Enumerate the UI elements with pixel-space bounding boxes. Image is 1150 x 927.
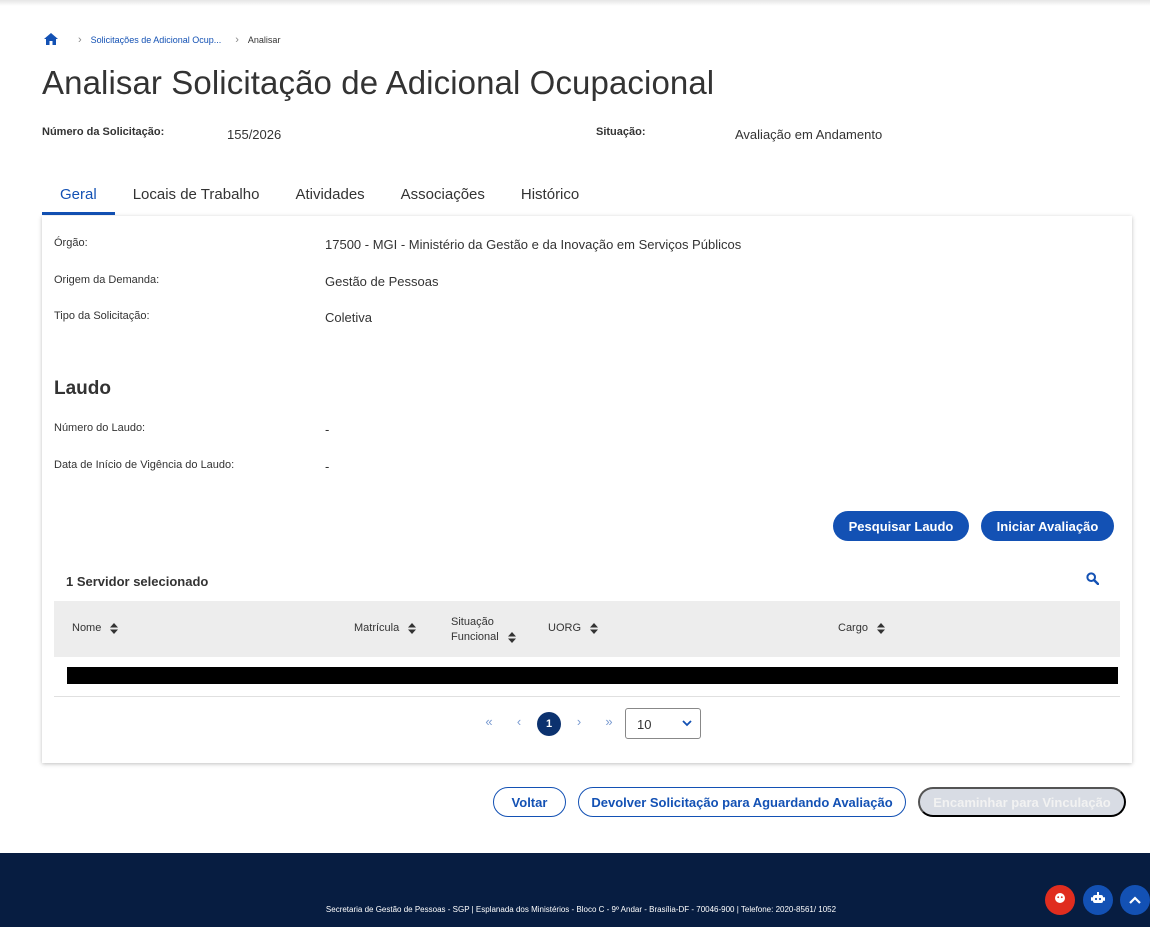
situacao-label: Situação: [596,126,646,138]
top-shadow [0,0,1150,6]
column-header-matricula-label: Matrícula [354,622,400,634]
chevron-up-icon [1129,891,1141,909]
chevron-down-icon [682,715,692,727]
home-icon[interactable] [44,33,58,47]
encaminhar-vinculacao-button: Encaminhar para Vinculação [918,787,1126,817]
page-title: Analisar Solicitação de Adicional Ocupac… [42,64,715,101]
tipo-solicitacao-value: Coletiva [325,310,372,325]
data-vigencia-laudo-label: Data de Início de Vigência do Laudo: [54,459,235,471]
sort-icon [110,622,119,634]
breadcrumb: › Solicitações de Adicional Ocup... › An… [44,31,280,49]
breadcrumb-current: Analisar [247,35,281,45]
column-header-situacao-funcional[interactable]: Situação Funcional [451,615,516,645]
last-page-button[interactable]: » [601,713,617,729]
column-header-cargo-label: Cargo [838,622,868,634]
origem-demanda-value: Gestão de Pessoas [325,274,439,289]
breadcrumb-link-solicitacoes[interactable]: Solicitações de Adicional Ocup... [91,35,222,45]
sort-icon [408,622,417,634]
chat-face-icon [1053,891,1067,910]
footer-address: Secretaria de Gestão de Pessoas - SGP | … [325,905,837,914]
pesquisar-laudo-button[interactable]: Pesquisar Laudo [833,511,969,541]
geral-panel: Órgão: 17500 - MGI - Ministério da Gestã… [42,216,1132,763]
previous-page-button[interactable]: ‹ [511,713,527,729]
tab-associacoes[interactable]: Associações [383,178,503,215]
search-icon[interactable] [1086,572,1100,586]
sort-icon [590,622,598,634]
numero-laudo-value: - [325,422,330,437]
first-page-button[interactable]: « [481,713,497,729]
column-header-matricula[interactable]: Matrícula [354,622,417,634]
tab-geral[interactable]: Geral [42,178,115,215]
iniciar-avaliacao-button[interactable]: Iniciar Avaliação [981,511,1114,541]
page-size-select[interactable]: 10 [625,708,701,739]
data-vigencia-laudo-value: - [325,459,330,474]
column-header-uorg[interactable]: UORG [548,622,598,634]
orgao-label: Órgão: [54,237,88,249]
tab-atividades[interactable]: Atividades [277,178,382,215]
column-header-cargo[interactable]: Cargo [838,622,885,634]
column-header-situacao-line1: Situação [451,616,494,628]
tab-historico[interactable]: Histórico [503,178,597,215]
situacao-value: Avaliação em Andamento [735,127,883,142]
tab-locais-de-trabalho[interactable]: Locais de Trabalho [115,178,278,215]
chevron-right-icon: › [78,34,82,46]
footer: Secretaria de Gestão de Pessoas - SGP | … [0,853,1150,927]
sort-icon [876,622,885,634]
scroll-to-top-button[interactable] [1120,885,1150,915]
numero-solicitacao-value: 155/2026 [227,127,282,142]
devolver-solicitacao-button[interactable]: Devolver Solicitação para Aguardando Ava… [578,787,906,817]
column-header-nome[interactable]: Nome [72,622,119,634]
origem-demanda-label: Origem da Demanda: [54,274,160,286]
robot-icon [1090,891,1106,910]
table-divider [54,696,1120,697]
column-header-situacao-line2: Funcional [451,631,499,643]
table-caption: 1 Servidor selecionado [66,574,209,589]
tab-bar: Geral Locais de Trabalho Atividades Asso… [42,178,1132,216]
next-page-button[interactable]: › [571,713,587,729]
page-1-button[interactable]: 1 [537,712,561,736]
assistant-bot-button[interactable] [1083,885,1113,915]
table-header: Nome Matrícula Situação Funcional UORG C… [54,601,1120,657]
chevron-right-icon: › [235,34,239,46]
column-header-uorg-label: UORG [548,622,581,634]
sort-icon [507,631,516,643]
column-header-situacao-funcional-label: Situação Funcional [451,615,499,645]
numero-laudo-label: Número do Laudo: [54,422,146,434]
page-size-value: 10 [637,717,652,732]
tipo-solicitacao-label: Tipo da Solicitação: [54,310,150,322]
numero-solicitacao-label: Número da Solicitação: [42,126,165,138]
voltar-button[interactable]: Voltar [493,787,566,817]
orgao-value: 17500 - MGI - Ministério da Gestão e da … [325,237,742,252]
column-header-nome-label: Nome [72,622,102,634]
table-row-redacted [67,667,1118,684]
chat-button[interactable] [1045,885,1075,915]
laudo-section-title: Laudo [54,378,111,399]
